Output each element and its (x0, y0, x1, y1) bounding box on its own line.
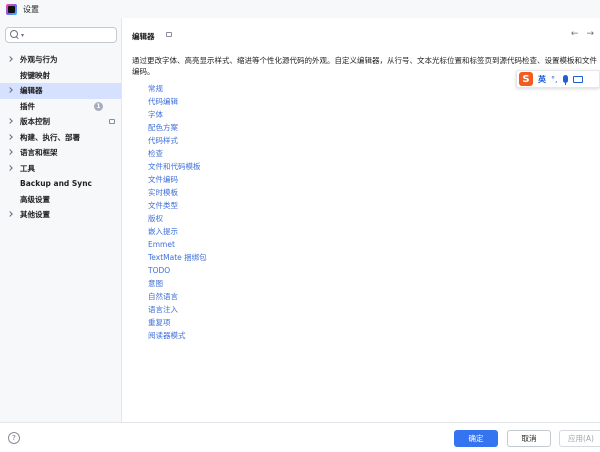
link-live-templates[interactable]: 实时模板 (148, 186, 207, 199)
link-file-templates[interactable]: 文件和代码模板 (148, 160, 207, 173)
chevron-right-icon[interactable] (7, 149, 13, 155)
sidebar-item-label: 工具 (20, 163, 35, 173)
chevron-right-icon[interactable] (7, 118, 13, 124)
sidebar-item-backup-sync[interactable]: Backup and Sync (0, 176, 121, 192)
link-textmate-bundles[interactable]: TextMate 捆绑包 (148, 251, 207, 264)
help-icon[interactable]: ? (8, 432, 20, 444)
link-copyright[interactable]: 版权 (148, 212, 207, 225)
window-title: 设置 (23, 4, 39, 14)
app-logo-icon (6, 3, 17, 15)
ime-toolbar[interactable]: S 英 °, (516, 70, 600, 88)
link-inspections[interactable]: 检查 (148, 147, 207, 160)
sidebar-item-label: 外观与行为 (20, 55, 58, 65)
sidebar-item-other[interactable]: 其他设置 (0, 207, 121, 223)
sidebar-item-plugins[interactable]: 插件 1 (0, 99, 121, 115)
link-file-types[interactable]: 文件类型 (148, 199, 207, 212)
ok-button[interactable]: 确定 (454, 430, 498, 447)
sidebar-item-editor[interactable]: 编辑器 (0, 83, 121, 99)
sidebar: ▾ 外观与行为 按键映射 编辑器 插件 1 版本控制 构建、执行、部署 语言和框… (0, 18, 122, 422)
chevron-right-icon[interactable] (7, 211, 13, 217)
cancel-button[interactable]: 取消 (507, 430, 551, 447)
sidebar-item-label: 高级设置 (20, 194, 50, 204)
update-count-badge: 1 (94, 101, 103, 111)
sidebar-item-vcs[interactable]: 版本控制 (0, 114, 121, 130)
sidebar-item-label: 编辑器 (20, 86, 43, 96)
search-input[interactable] (26, 30, 116, 40)
link-file-encoding[interactable]: 文件编码 (148, 173, 207, 186)
link-color-scheme[interactable]: 配色方案 (148, 121, 207, 134)
link-intentions[interactable]: 意图 (148, 277, 207, 290)
dialog-footer: ? 确定 取消 应用(A) (0, 422, 600, 452)
link-natural-languages[interactable]: 自然语言 (148, 290, 207, 303)
settings-tree: 外观与行为 按键映射 编辑器 插件 1 版本控制 构建、执行、部署 语言和框架 (0, 52, 121, 223)
link-emmet[interactable]: Emmet (148, 238, 207, 251)
sidebar-item-label: 按键映射 (20, 70, 50, 80)
link-code-editing[interactable]: 代码编辑 (148, 95, 207, 108)
ime-punctuation-toggle[interactable]: °, (551, 75, 558, 84)
page-title: 编辑器 (132, 32, 155, 41)
chevron-right-icon[interactable] (7, 87, 13, 93)
sidebar-item-label: 构建、执行、部署 (20, 132, 80, 142)
chevron-right-icon[interactable] (7, 56, 13, 62)
history-nav: ← → (571, 29, 594, 39)
sidebar-item-label: 其他设置 (20, 210, 50, 220)
microphone-icon[interactable] (562, 75, 568, 85)
sidebar-item-tools[interactable]: 工具 (0, 161, 121, 177)
link-todo[interactable]: TODO (148, 264, 207, 277)
link-reader-mode[interactable]: 阅读器模式 (148, 329, 207, 342)
sidebar-item-build[interactable]: 构建、执行、部署 (0, 130, 121, 146)
apply-button[interactable]: 应用(A) (559, 430, 600, 447)
forward-arrow-icon[interactable]: → (586, 29, 594, 39)
project-settings-icon (109, 119, 115, 124)
sidebar-item-keymap[interactable]: 按键映射 (0, 68, 121, 84)
search-icon (10, 30, 19, 40)
chevron-right-icon[interactable] (7, 164, 13, 171)
link-general[interactable]: 常规 (148, 82, 207, 95)
sidebar-item-label: Backup and Sync (20, 179, 92, 189)
sogou-logo-icon[interactable]: S (519, 72, 533, 86)
sidebar-item-advanced[interactable]: 高级设置 (0, 192, 121, 208)
link-inlay-hints[interactable]: 嵌入提示 (148, 225, 207, 238)
title-bar: 设置 (0, 0, 600, 18)
sidebar-item-label: 插件 (20, 101, 35, 111)
link-font[interactable]: 字体 (148, 108, 207, 121)
link-duplicates[interactable]: 重复项 (148, 316, 207, 329)
link-code-style[interactable]: 代码样式 (148, 134, 207, 147)
subpage-links: 常规 代码编辑 字体 配色方案 代码样式 检查 文件和代码模板 文件编码 实时模… (148, 82, 207, 342)
link-language-injections[interactable]: 语言注入 (148, 303, 207, 316)
search-box[interactable]: ▾ (5, 27, 117, 43)
sidebar-item-label: 版本控制 (20, 117, 50, 127)
back-arrow-icon[interactable]: ← (571, 29, 579, 39)
keyboard-icon[interactable] (572, 75, 583, 83)
project-settings-icon (166, 32, 172, 37)
chevron-down-icon[interactable]: ▾ (21, 32, 24, 39)
sidebar-item-label: 语言和框架 (20, 148, 58, 158)
ime-language-toggle[interactable]: 英 (538, 74, 546, 85)
sidebar-item-appearance[interactable]: 外观与行为 (0, 52, 121, 68)
sidebar-item-languages[interactable]: 语言和框架 (0, 145, 121, 161)
chevron-right-icon[interactable] (7, 133, 13, 140)
